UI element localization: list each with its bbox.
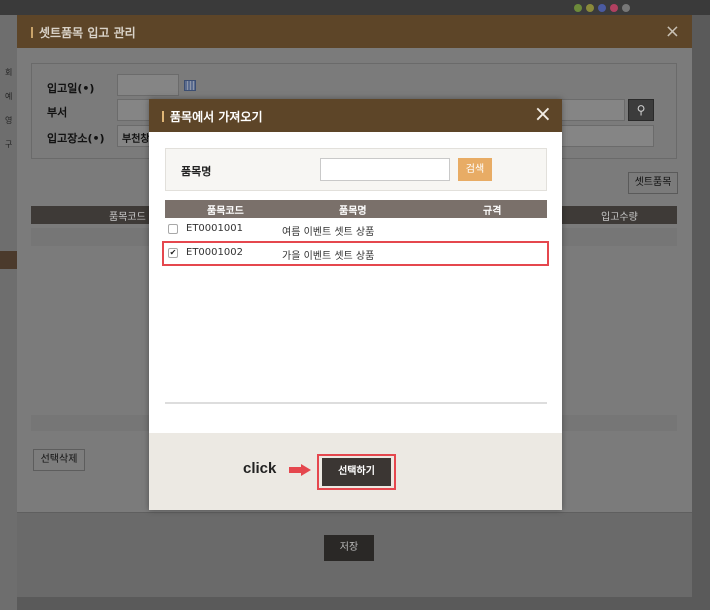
location-value: 부천창 xyxy=(122,134,150,145)
select-button[interactable]: 선택하기 xyxy=(322,458,391,486)
outer-window-title: 셋트품목 입고 관리 xyxy=(31,24,136,41)
date-label: 입고일(•) xyxy=(47,82,95,95)
calendar-icon[interactable] xyxy=(184,80,196,91)
column-header-qty: 입고수량 xyxy=(601,212,638,223)
close-icon[interactable]: × xyxy=(665,21,680,42)
table-row[interactable]: ET0001001 여름 이벤트 셋트 상품 xyxy=(165,218,547,241)
column-header-name: 품목명 xyxy=(339,206,367,217)
delete-selected-button[interactable]: 선택삭제 xyxy=(33,449,85,471)
status-icon xyxy=(598,4,606,12)
modal-footer: click 선택하기 xyxy=(149,433,562,510)
app-topbar xyxy=(0,0,710,15)
item-table-header: 품목코드 품목명 규격 xyxy=(165,200,547,218)
status-icon xyxy=(586,4,594,12)
column-header-spec: 규격 xyxy=(483,206,502,217)
status-icon xyxy=(574,4,582,12)
sidebar-label: 회 xyxy=(5,68,13,77)
status-icon xyxy=(622,4,630,12)
search-button[interactable]: 검색 xyxy=(458,158,492,181)
save-button[interactable]: 저장 xyxy=(324,535,374,561)
title-bar-accent xyxy=(31,27,33,38)
item-search-panel: 품목명 검색 xyxy=(165,148,547,191)
outer-window-header: 셋트품목 입고 관리 × xyxy=(17,15,692,48)
click-hint-label: click xyxy=(243,460,277,477)
set-item-button[interactable]: 셋트품목 xyxy=(628,172,678,194)
sidebar-active-bar xyxy=(0,251,17,269)
sidebar-label: 영 xyxy=(5,116,13,125)
item-name: 여름 이벤트 셋트 상품 xyxy=(282,227,375,238)
row-checkbox[interactable] xyxy=(168,224,178,234)
status-icon xyxy=(610,4,618,12)
app-sidebar: 회 예 영 구 xyxy=(0,15,17,610)
item-name-input[interactable] xyxy=(320,158,450,181)
dept-search-button[interactable]: ⚲ xyxy=(628,99,654,121)
date-input[interactable] xyxy=(117,74,179,96)
column-header-code: 품목코드 xyxy=(207,206,244,217)
modal-title: 품목에서 가져오기 xyxy=(162,108,263,125)
modal-header: 품목에서 가져오기 × xyxy=(149,99,562,132)
close-icon[interactable]: × xyxy=(534,102,552,128)
item-code: ET0001001 xyxy=(186,223,243,234)
column-header-code: 품목코드 xyxy=(109,212,146,223)
table-bottom-border xyxy=(165,402,547,404)
arrow-right-icon xyxy=(289,464,311,476)
dept-label: 부서 xyxy=(47,106,68,119)
import-from-items-modal: 품목에서 가져오기 × 품목명 검색 품목코드 품목명 규격 ET0001001… xyxy=(149,99,562,510)
search-icon: ⚲ xyxy=(636,103,646,117)
selected-row-highlight xyxy=(162,241,549,266)
title-bar-accent xyxy=(162,111,164,122)
location-label: 입고장소(•) xyxy=(47,132,105,145)
sidebar-label: 예 xyxy=(5,92,13,101)
item-name-label: 품목명 xyxy=(181,165,212,178)
sidebar-label: 구 xyxy=(5,140,13,149)
